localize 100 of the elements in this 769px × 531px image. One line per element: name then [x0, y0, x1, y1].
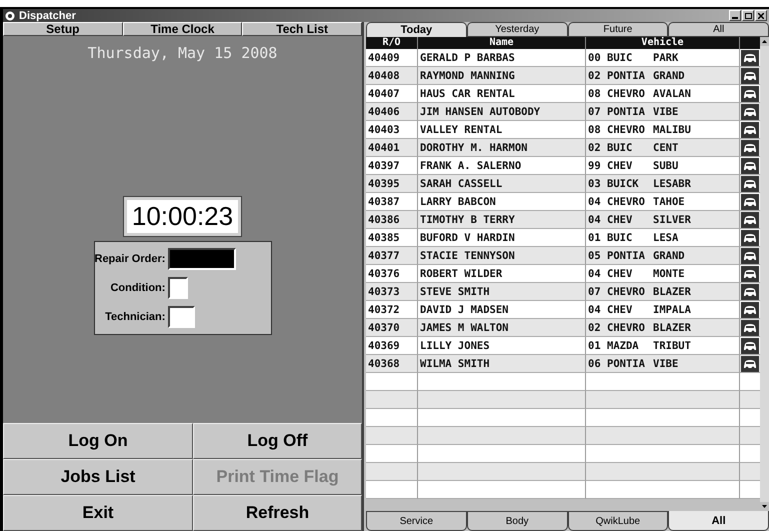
- table-row[interactable]: 40386 TIMOTHY B TERRY 04 CHEV SILVER: [366, 211, 760, 229]
- vehicle-make: CHEV: [607, 160, 634, 172]
- tab[interactable]: All: [668, 511, 769, 531]
- vehicle-model: BLAZER: [653, 286, 692, 298]
- toolbar-button[interactable]: Time Clock: [122, 22, 242, 36]
- vehicle-year: 03: [588, 178, 602, 190]
- column-header: R/O: [366, 37, 418, 49]
- tab[interactable]: Body: [466, 511, 568, 531]
- vehicle-year: 00: [588, 52, 602, 64]
- table-row[interactable]: 40395 SARAH CASSELL 03 BUICK LESABR: [366, 175, 760, 193]
- table-row[interactable]: 40376 ROBERT WILDER 04 CHEV MONTE: [366, 265, 760, 283]
- vehicle-year: 02: [588, 70, 602, 82]
- tab[interactable]: Today: [366, 22, 467, 37]
- vehicle-year: 99: [588, 160, 602, 172]
- field-label: Technician:: [104, 311, 166, 323]
- vehicle-model: MALIBU: [653, 124, 692, 136]
- vehicle-model: GRAND: [653, 250, 686, 262]
- table-row[interactable]: 40369 LILLY JONES 01 MAZDA TRIBUT: [366, 337, 760, 355]
- maximize-button[interactable]: [742, 10, 754, 21]
- close-button[interactable]: [755, 10, 767, 21]
- action-button[interactable]: Log On: [3, 423, 193, 459]
- app-icon: [5, 10, 15, 20]
- vehicle-year: 04: [588, 304, 602, 316]
- car-icon[interactable]: [741, 230, 759, 246]
- action-button[interactable]: Jobs List: [3, 459, 193, 495]
- vehicle-make: PONTIA: [607, 70, 646, 82]
- car-icon[interactable]: [741, 338, 759, 354]
- car-icon[interactable]: [741, 356, 759, 372]
- car-icon[interactable]: [741, 284, 759, 300]
- column-header: Name: [418, 37, 586, 49]
- vehicle-model: TRIBUT: [653, 340, 692, 352]
- car-icon[interactable]: [741, 140, 759, 156]
- tab[interactable]: All: [668, 22, 769, 37]
- vehicle-model: LESA: [653, 232, 680, 244]
- toolbar-button[interactable]: Tech List: [242, 22, 362, 36]
- vehicle-year: 01: [588, 232, 602, 244]
- car-icon[interactable]: [741, 68, 759, 84]
- table-row[interactable]: 40385 BUFORD V HARDIN 01 BUIC LESA: [366, 229, 760, 247]
- action-button[interactable]: Log Off: [193, 423, 362, 459]
- vehicle-make: CHEV: [607, 214, 634, 226]
- table-row[interactable]: 40408 RAYMOND MANNING 02 PONTIA GRAND: [366, 67, 760, 85]
- vehicle-make: BUIC: [607, 142, 634, 154]
- vehicle-make: CHEVRO: [607, 322, 646, 334]
- car-icon[interactable]: [741, 176, 759, 192]
- input-field[interactable]: [168, 248, 236, 270]
- vehicle-make: BUIC: [607, 52, 634, 64]
- tab[interactable]: QwikLube: [568, 511, 668, 531]
- tab[interactable]: Yesterday: [466, 22, 568, 37]
- vehicle-year: 07: [588, 106, 602, 118]
- car-icon[interactable]: [741, 302, 759, 318]
- car-icon[interactable]: [741, 158, 759, 174]
- scrollbar[interactable]: [760, 37, 769, 511]
- table-row[interactable]: 40370 JAMES M WALTON 02 CHEVRO BLAZER: [366, 319, 760, 337]
- car-icon[interactable]: [741, 248, 759, 264]
- vehicle-model: GRAND: [653, 70, 686, 82]
- table-row[interactable]: 40401 DOROTHY M. HARMON 02 BUIC CENT: [366, 139, 760, 157]
- vehicle-model: BLAZER: [653, 322, 692, 334]
- car-icon[interactable]: [741, 50, 759, 66]
- car-icon[interactable]: [741, 320, 759, 336]
- vehicle-model: CENT: [653, 142, 680, 154]
- vehicle-make: MAZDA: [607, 340, 640, 352]
- car-icon[interactable]: [741, 266, 759, 282]
- action-button[interactable]: Refresh: [193, 495, 362, 531]
- table-row[interactable]: 40406 JIM HANSEN AUTOBODY 07 PONTIA VIBE: [366, 103, 760, 121]
- vehicle-year: 04: [588, 214, 602, 226]
- car-icon[interactable]: [741, 194, 759, 210]
- table-cell: [366, 481, 418, 499]
- toolbar-button[interactable]: Setup: [3, 22, 123, 36]
- vehicle-model: VIBE: [653, 358, 680, 370]
- input-field[interactable]: [168, 277, 188, 299]
- tab[interactable]: Service: [366, 511, 467, 531]
- vehicle-year: 04: [588, 196, 602, 208]
- table-row[interactable]: 40409 GERALD P BARBAS 00 BUIC PARK: [366, 49, 760, 67]
- table-row[interactable]: 40372 DAVID J MADSEN 04 CHEV IMPALA: [366, 301, 760, 319]
- vehicle-model: SUBU: [653, 160, 680, 172]
- date-label: Thursday, May 15 2008: [88, 44, 278, 62]
- tab[interactable]: Future: [568, 22, 668, 37]
- table-row[interactable]: 40407 HAUS CAR RENTAL 08 CHEVRO AVALAN: [366, 85, 760, 103]
- vehicle-make: CHEVRO: [607, 88, 646, 100]
- scroll-up-icon[interactable]: [760, 37, 769, 46]
- car-icon[interactable]: [741, 122, 759, 138]
- car-icon[interactable]: [741, 86, 759, 102]
- table-row[interactable]: 40387 LARRY BABCON 04 CHEVRO TAHOE: [366, 193, 760, 211]
- table-row[interactable]: 40377 STACIE TENNYSON 05 PONTIA GRAND: [366, 247, 760, 265]
- action-button[interactable]: Exit: [3, 495, 193, 531]
- minimize-button[interactable]: [729, 10, 741, 21]
- table-row[interactable]: 40368 WILMA SMITH 06 PONTIA VIBE: [366, 355, 760, 373]
- vehicle-year: 05: [588, 250, 602, 262]
- table-row[interactable]: 40397 FRANK A. SALERNO 99 CHEV SUBU: [366, 157, 760, 175]
- input-field[interactable]: [168, 306, 196, 328]
- table-row[interactable]: 40403 VALLEY RENTAL 08 CHEVRO MALIBU: [366, 121, 760, 139]
- vehicle-make: PONTIA: [607, 250, 646, 262]
- window-title: Dispatcher: [19, 10, 76, 22]
- table-row[interactable]: 40373 STEVE SMITH 07 CHEVRO BLAZER: [366, 283, 760, 301]
- vehicle-model: PARK: [653, 52, 680, 64]
- car-icon[interactable]: [741, 212, 759, 228]
- car-icon[interactable]: [741, 104, 759, 120]
- vehicle-make: CHEVRO: [607, 196, 646, 208]
- field-label: Repair Order:: [94, 253, 166, 265]
- scroll-down-icon[interactable]: [760, 502, 769, 511]
